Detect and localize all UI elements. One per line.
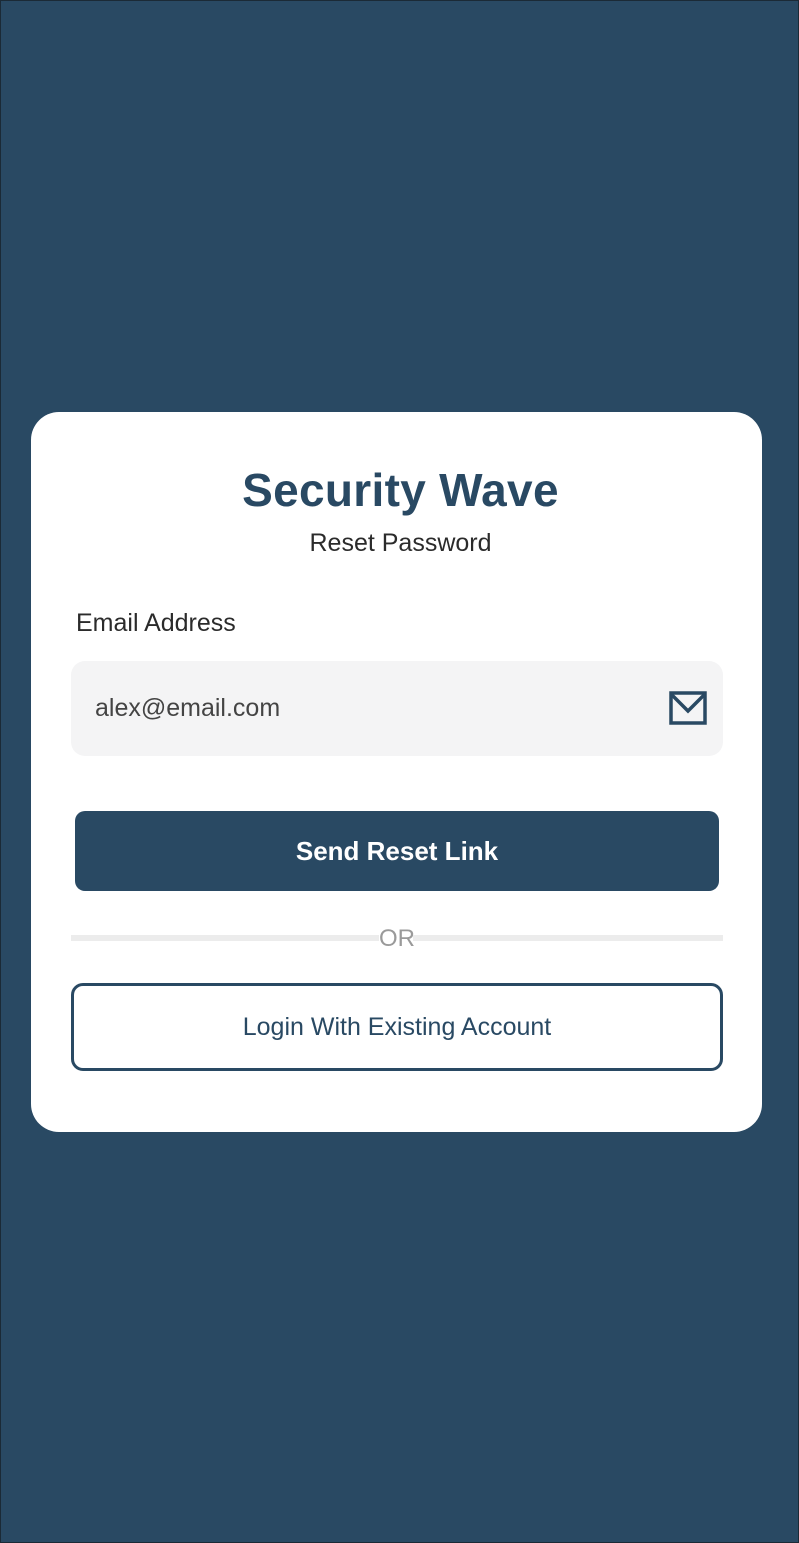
mail-icon — [669, 691, 707, 725]
login-existing-account-button[interactable]: Login With Existing Account — [71, 983, 723, 1071]
send-reset-link-button[interactable]: Send Reset Link — [75, 811, 719, 891]
page-subtitle: Reset Password — [309, 529, 492, 557]
divider-or-text: OR — [379, 925, 415, 952]
reset-password-screen: { "app": { "title": "Security Wave", "su… — [0, 0, 799, 1543]
email-field[interactable] — [71, 661, 631, 756]
app-title: Security Wave — [242, 464, 559, 516]
email-field-container[interactable] — [71, 661, 723, 756]
email-label: Email Address — [76, 609, 236, 637]
or-divider: OR — [71, 925, 723, 952]
